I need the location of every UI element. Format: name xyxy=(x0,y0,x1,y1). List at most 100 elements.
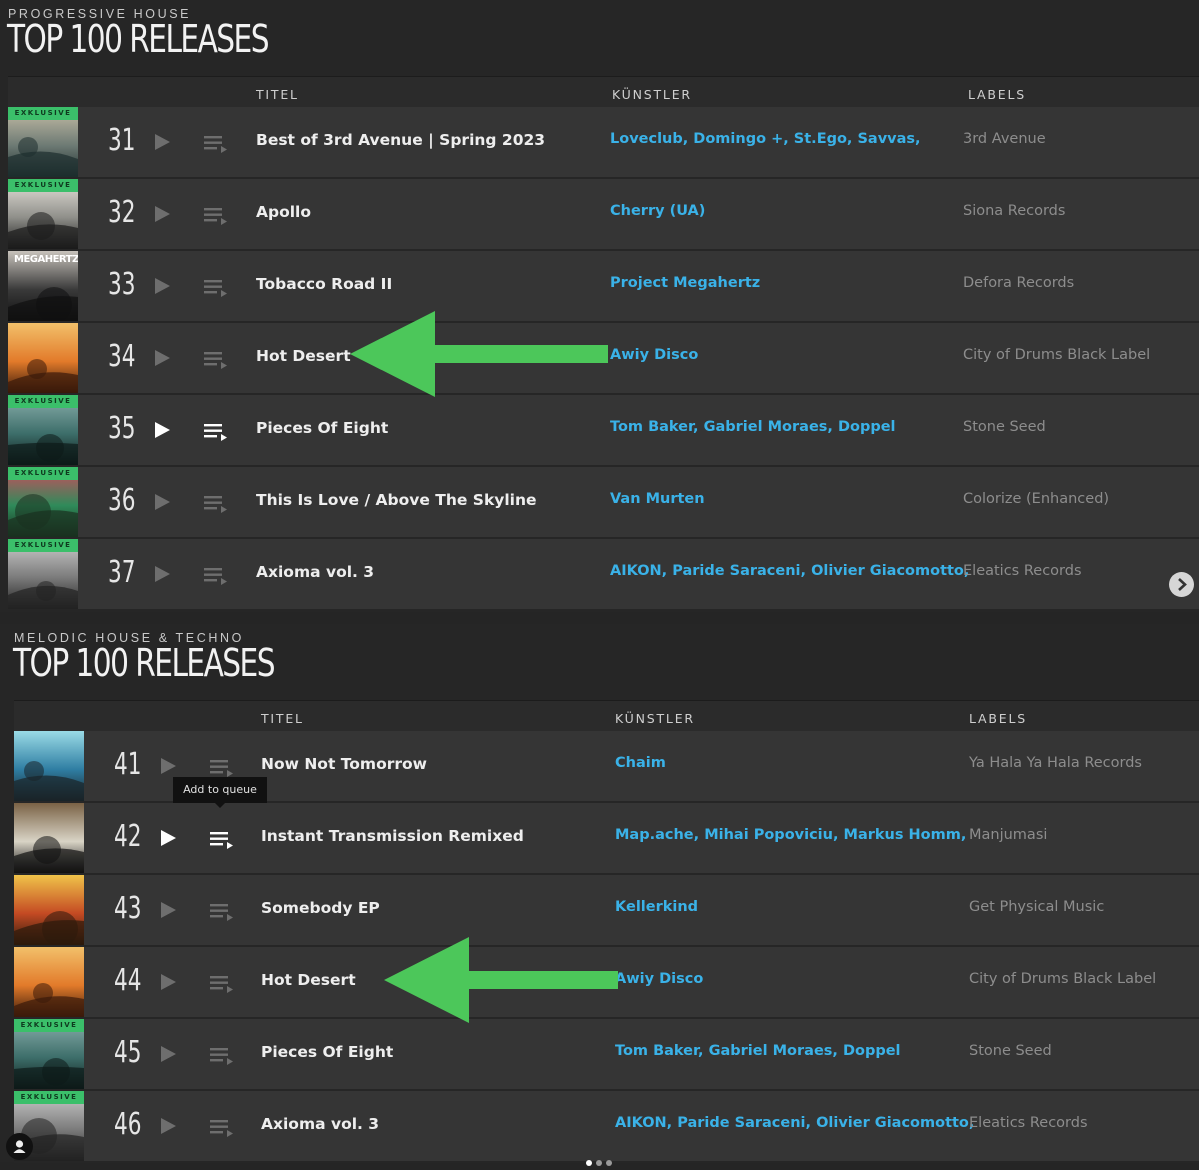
col-labels[interactable]: LABELS xyxy=(969,711,1027,726)
queue-icon[interactable] xyxy=(204,422,228,442)
release-row[interactable]: EXKLUSIVE 37 Axioma vol. 3 AIKON, Paride S… xyxy=(8,539,1199,611)
release-row[interactable]: EXKLUSIVE 36 This Is Love / Above The Sky… xyxy=(8,467,1199,539)
queue-icon[interactable] xyxy=(210,1118,234,1138)
release-row[interactable]: 42 Instant Transmission Remixed Map.ache,… xyxy=(14,803,1199,875)
release-label[interactable]: Eleatics Records xyxy=(963,563,1082,579)
queue-icon[interactable] xyxy=(204,134,228,154)
queue-icon[interactable] xyxy=(210,902,234,922)
release-title[interactable]: Now Not Tomorrow xyxy=(261,755,427,773)
queue-icon[interactable] xyxy=(210,758,234,778)
chart-rank: 32 xyxy=(108,195,136,230)
queue-icon[interactable] xyxy=(210,974,234,994)
queue-icon[interactable] xyxy=(204,494,228,514)
release-title[interactable]: Instant Transmission Remixed xyxy=(261,827,524,845)
release-artwork[interactable]: EXKLUSIVE xyxy=(14,1019,84,1089)
user-avatar[interactable] xyxy=(6,1133,33,1160)
play-icon[interactable] xyxy=(161,1118,176,1134)
release-artwork[interactable]: EXKLUSIVE xyxy=(8,539,78,609)
release-artwork[interactable]: EXKLUSIVE xyxy=(8,179,78,249)
release-artists[interactable]: Loveclub, Domingo +, St.Ego, Savvas, xyxy=(610,131,921,147)
col-labels[interactable]: LABELS xyxy=(968,87,1026,102)
play-icon[interactable] xyxy=(155,206,170,222)
play-icon[interactable] xyxy=(155,566,170,582)
release-artwork[interactable] xyxy=(14,803,84,873)
play-icon[interactable] xyxy=(155,494,170,510)
release-title[interactable]: Pieces Of Eight xyxy=(256,419,388,437)
release-title[interactable]: Hot Desert xyxy=(256,347,351,365)
release-label[interactable]: Colorize (Enhanced) xyxy=(963,491,1109,507)
release-artwork[interactable] xyxy=(14,875,84,945)
release-label[interactable]: City of Drums Black Label xyxy=(969,971,1156,987)
green-arrow-annotation xyxy=(350,311,608,397)
release-title[interactable]: This Is Love / Above The Skyline xyxy=(256,491,537,509)
release-row[interactable]: EXKLUSIVE 32 Apollo Cherry (UA) Siona Recor… xyxy=(8,179,1199,251)
release-artwork[interactable] xyxy=(14,947,84,1017)
release-artwork[interactable]: EXKLUSIVE xyxy=(8,395,78,465)
release-row[interactable]: EXKLUSIVE 35 Pieces Of Eight Tom Baker, Ga… xyxy=(8,395,1199,467)
release-label[interactable]: Stone Seed xyxy=(963,419,1046,435)
release-artwork[interactable] xyxy=(14,731,84,801)
release-label[interactable]: Get Physical Music xyxy=(969,899,1104,915)
release-artists[interactable]: Awiy Disco xyxy=(610,347,698,363)
chart-rank: 43 xyxy=(114,891,142,926)
col-title[interactable]: TITEL xyxy=(256,87,299,102)
release-label[interactable]: Siona Records xyxy=(963,203,1065,219)
release-artists[interactable]: AIKON, Paride Saraceni, Olivier Giacomot… xyxy=(615,1115,974,1131)
release-row[interactable]: EXKLUSIVE 31 Best of 3rd Avenue | Spring … xyxy=(8,107,1199,179)
release-artists[interactable]: Awiy Disco xyxy=(615,971,703,987)
queue-icon[interactable] xyxy=(204,206,228,226)
release-label[interactable]: 3rd Avenue xyxy=(963,131,1046,147)
chart-rank: 34 xyxy=(108,339,136,374)
play-icon[interactable] xyxy=(161,974,176,990)
queue-icon[interactable] xyxy=(210,1046,234,1066)
release-label[interactable]: Manjumasi xyxy=(969,827,1047,843)
queue-icon[interactable] xyxy=(204,350,228,370)
release-title[interactable]: Best of 3rd Avenue | Spring 2023 xyxy=(256,131,545,149)
play-icon[interactable] xyxy=(161,902,176,918)
col-artist[interactable]: KÜNSTLER xyxy=(615,711,695,726)
play-icon[interactable] xyxy=(155,422,170,438)
release-title[interactable]: Hot Desert xyxy=(261,971,356,989)
queue-icon[interactable] xyxy=(204,566,228,586)
play-icon[interactable] xyxy=(155,278,170,294)
play-icon[interactable] xyxy=(155,350,170,366)
release-title[interactable]: Axioma vol. 3 xyxy=(261,1115,379,1133)
queue-icon[interactable] xyxy=(204,278,228,298)
release-artwork[interactable]: MEGAHERTZ xyxy=(8,251,78,321)
release-title[interactable]: Pieces Of Eight xyxy=(261,1043,393,1061)
release-artwork[interactable]: EXKLUSIVE xyxy=(8,107,78,177)
release-title[interactable]: Somebody EP xyxy=(261,899,380,917)
queue-icon[interactable] xyxy=(210,830,234,850)
carousel-dot[interactable] xyxy=(586,1160,592,1166)
release-artists[interactable]: Chaim xyxy=(615,755,666,771)
carousel-next-button[interactable] xyxy=(1169,572,1194,597)
release-artwork[interactable]: EXKLUSIVE xyxy=(8,467,78,537)
release-artists[interactable]: Cherry (UA) xyxy=(610,203,705,219)
release-artists[interactable]: Kellerkind xyxy=(615,899,698,915)
exclusive-badge: EXKLUSIVE xyxy=(8,395,78,408)
carousel-dot[interactable] xyxy=(606,1160,612,1166)
release-label[interactable]: Ya Hala Ya Hala Records xyxy=(969,755,1142,771)
play-icon[interactable] xyxy=(161,1046,176,1062)
release-label[interactable]: Stone Seed xyxy=(969,1043,1052,1059)
release-artists[interactable]: Tom Baker, Gabriel Moraes, Doppel xyxy=(610,419,896,435)
release-title[interactable]: Tobacco Road II xyxy=(256,275,392,293)
release-artists[interactable]: Tom Baker, Gabriel Moraes, Doppel xyxy=(615,1043,901,1059)
release-row[interactable]: EXKLUSIVE 45 Pieces Of Eight Tom Baker, Ga… xyxy=(14,1019,1199,1091)
release-artists[interactable]: Van Murten xyxy=(610,491,705,507)
play-icon[interactable] xyxy=(155,134,170,150)
release-label[interactable]: Eleatics Records xyxy=(969,1115,1088,1131)
release-artwork[interactable] xyxy=(8,323,78,393)
release-artists[interactable]: Map.ache, Mihai Popoviciu, Markus Homm, xyxy=(615,827,966,843)
release-artists[interactable]: AIKON, Paride Saraceni, Olivier Giacomot… xyxy=(610,563,969,579)
release-label[interactable]: City of Drums Black Label xyxy=(963,347,1150,363)
release-artists[interactable]: Project Megahertz xyxy=(610,275,760,291)
play-icon[interactable] xyxy=(161,758,176,774)
release-title[interactable]: Apollo xyxy=(256,203,311,221)
release-label[interactable]: Defora Records xyxy=(963,275,1074,291)
release-title[interactable]: Axioma vol. 3 xyxy=(256,563,374,581)
play-icon[interactable] xyxy=(161,830,176,846)
carousel-dot[interactable] xyxy=(596,1160,602,1166)
col-title[interactable]: TITEL xyxy=(261,711,304,726)
col-artist[interactable]: KÜNSTLER xyxy=(612,87,692,102)
